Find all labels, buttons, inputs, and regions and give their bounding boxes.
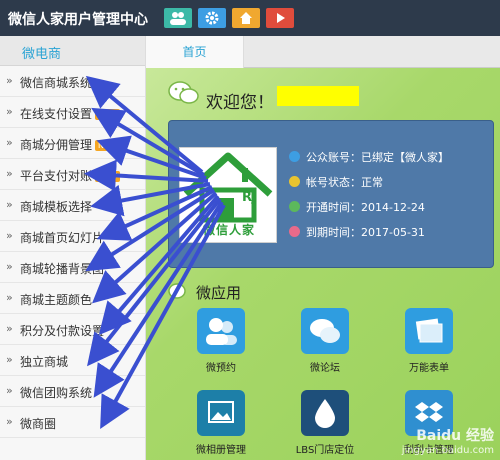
new-badge: NEW [95,140,120,151]
play-button[interactable] [266,8,294,28]
sidebar-item-8[interactable]: » 积分及付款设置 [0,314,145,345]
people-icon [206,318,237,345]
sidebar-item-label: 商城模板选择 [20,200,93,214]
top-bar: 微信人家用户管理中心 [0,0,500,36]
sidebar-item-label: 微商圈 [20,417,57,431]
chevron-right-icon: » [6,322,13,335]
main-content: 欢迎您！ RJ 微信人家 公众账号：已绑定【微人家】 帐号状态：正常 开通时间：… [146,68,500,460]
chevron-right-icon: » [6,353,13,366]
sidebar-item-label: 在线支付设置 [20,107,93,121]
sidebar-item-label: 商城轮播背景图 [20,262,105,276]
users-button[interactable] [164,8,192,28]
sidebar-item-5[interactable]: » 商城首页幻灯片 [0,221,145,252]
sidebar-item-label: 商城首页幻灯片 [20,231,105,245]
sidebar-item-label: 独立商城 [20,355,69,369]
apps-chat-icon [168,283,186,299]
info-expire-date: 到期时间：2017-05-31 [289,224,425,240]
chevron-right-icon: » [6,167,13,180]
app-forum-label: 微论坛 [310,363,340,374]
info-status-text: 帐号状态：正常 [306,176,383,189]
account-info-card: RJ 微信人家 公众账号：已绑定【微人家】 帐号状态：正常 开通时间：2014-… [168,120,494,268]
sidebar-item-label: 平台支付对账 [20,169,93,183]
app-forum[interactable]: 微论坛 [290,308,360,374]
gear-icon [205,11,219,25]
chat-icon [310,319,340,343]
new-badge: NEW [95,109,120,120]
sidebar-item-7[interactable]: » 商城主题颜色 [0,283,145,314]
form-icon [415,318,443,343]
chevron-right-icon: » [6,415,13,428]
sidebar-item-9[interactable]: » 独立商城 [0,345,145,376]
app-booking-label: 微预约 [206,363,236,374]
sidebar-item-3[interactable]: » 平台支付对账 NEW [0,159,145,190]
watermark-sub: jingyan.baidu.com [401,445,494,456]
app-album-tile [197,390,245,436]
app-form-label: 万能表单 [409,363,449,374]
new-badge: NEW [95,171,120,182]
tab-home[interactable]: 首页 [146,36,244,68]
sidebar-item-4[interactable]: » 商城模板选择 [0,190,145,221]
sidebar-item-label: 微信团购系统 [20,386,93,400]
chevron-right-icon: » [6,198,13,211]
sidebar-item-label: 商城分佣管理 [20,138,93,152]
sidebar-item-label: 微信商城系统 [20,76,93,90]
users-icon [170,12,186,25]
info-account: 公众账号：已绑定【微人家】 [289,149,449,165]
sidebar-item-2[interactable]: » 商城分佣管理 NEW [0,128,145,159]
chevron-right-icon: » [6,260,13,273]
logo-initials: RJ [242,190,257,205]
sidebar-header: 微电商 [0,36,145,66]
app-booking[interactable]: 微预约 [186,308,256,374]
app-lbs-label: LBS门店定位 [295,445,355,456]
check-icon [289,201,300,212]
flag-icon [289,151,300,162]
sidebar-item-0[interactable]: » 微信商城系统 [0,66,145,97]
drop-icon [315,399,335,428]
sidebar: 微电商 » 微信商城系统» 在线支付设置 NEW» 商城分佣管理 NEW» 平台支付对账 NE… [0,36,146,460]
sidebar-item-1[interactable]: » 在线支付设置 NEW [0,97,145,128]
app-title: 微信人家用户管理中心 [8,12,148,28]
chevron-right-icon: » [6,74,13,87]
welcome-name-highlight [277,86,359,106]
tab-bar: 首页 [146,36,500,68]
chevron-right-icon: » [6,105,13,118]
play-icon [277,13,285,23]
info-open-date-text: 开通时间：2014-12-24 [306,201,425,214]
app-lbs[interactable]: LBS门店定位 [290,390,360,456]
watermark-main: Baidu 经验 [416,428,494,444]
app-booking-tile [197,308,245,354]
chevron-right-icon: » [6,291,13,304]
app-album[interactable]: 微相册管理 [186,390,256,456]
sidebar-item-11[interactable]: » 微商圈 [0,407,145,438]
album-icon [208,401,234,423]
info-account-text: 公众账号：已绑定【微人家】 [306,151,449,164]
info-open-date: 开通时间：2014-12-24 [289,199,425,215]
sidebar-item-label: 积分及付款设置 [20,324,105,338]
info-status: 帐号状态：正常 [289,174,383,190]
alert-icon [289,176,300,187]
brand-logo: RJ 微信人家 [179,147,277,243]
chevron-right-icon: » [6,136,13,149]
welcome-text: 欢迎您！ [206,93,274,113]
info-expire-date-text: 到期时间：2017-05-31 [306,226,425,239]
app-forum-tile [301,308,349,354]
wechat-icon [168,81,199,104]
sidebar-item-6[interactable]: » 商城轮播背景图 [0,252,145,283]
chevron-right-icon: » [6,384,13,397]
home-icon [240,12,252,24]
clock-icon [289,226,300,237]
logo-text: 微信人家 [202,223,255,237]
home-button[interactable] [232,8,260,28]
settings-button[interactable] [198,8,226,28]
chevron-right-icon: » [6,229,13,242]
watermark: Baidu 经验 jingyan.baidu.com [402,425,494,456]
sidebar-list: » 微信商城系统» 在线支付设置 NEW» 商城分佣管理 NEW» 平台支付对账 NEW» 商城… [0,66,145,438]
app-form[interactable]: 万能表单 [394,308,464,374]
app-lbs-tile [301,390,349,436]
app-form-tile [405,308,453,354]
sidebar-item-10[interactable]: » 微信团购系统 [0,376,145,407]
sidebar-item-label: 商城主题颜色 [20,293,93,307]
apps-title: 微应用 [196,284,242,302]
app-album-label: 微相册管理 [196,445,246,456]
